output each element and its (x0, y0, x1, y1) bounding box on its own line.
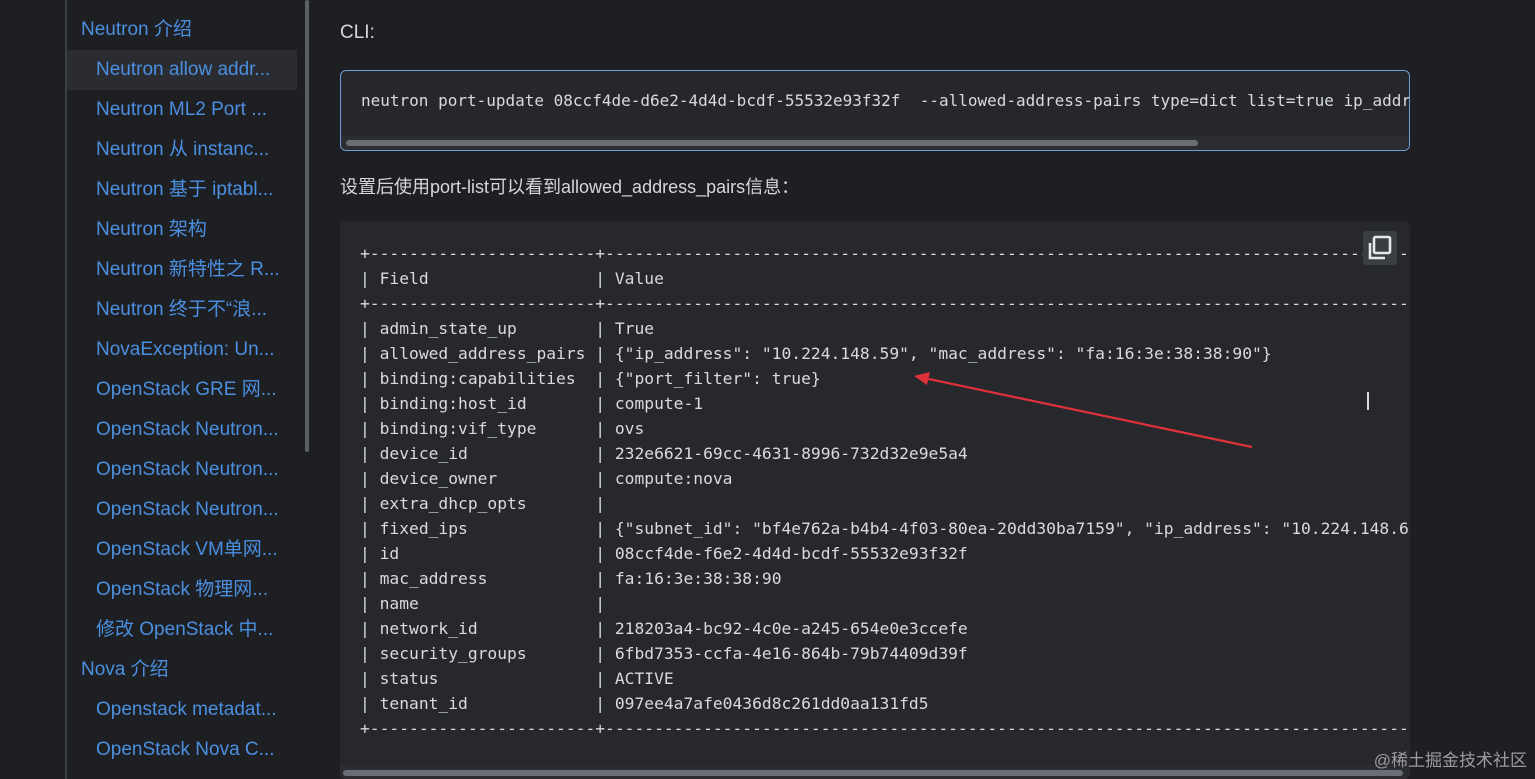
toc-item[interactable]: OpenStack Neutron... (96, 410, 296, 450)
sidebar-scrollbar[interactable] (305, 0, 309, 452)
table-line: | name | | (360, 594, 606, 613)
copy-icon (1368, 235, 1392, 260)
toc-item[interactable]: Neutron ML2 Port ... (96, 90, 296, 130)
table-line: | status | ACTIVE | (360, 669, 674, 688)
table-line: | tenant_id | 097ee4a7afe0436d8c261dd0aa… (360, 694, 929, 713)
cli-code-block[interactable]: neutron port-update 08ccf4de-d6e2-4d4d-b… (340, 70, 1410, 151)
text-cursor (1367, 392, 1369, 410)
port-table-scroll-thumb[interactable] (343, 770, 1403, 776)
table-line: | id | 08ccf4de-f6e2-4d4d-bcdf-55532e93f… (360, 544, 968, 563)
toc-item[interactable]: OpenStack 物理网... (96, 570, 296, 610)
toc-item[interactable]: OpenStack Neutron... (96, 450, 296, 490)
toc-item[interactable]: OpenStack GRE 网... (96, 370, 296, 410)
toc-item[interactable]: NovaException: Un... (96, 330, 296, 370)
cli-code-scrollbar[interactable] (341, 136, 1409, 150)
copy-button[interactable] (1363, 231, 1397, 265)
cli-label: CLI: (340, 22, 375, 43)
toc-section-item[interactable]: Nova 介绍 (81, 650, 296, 690)
table-line: | device_id | 232e6621-69cc-4631-8996-73… (360, 444, 968, 463)
toc-item[interactable]: Neutron 终于不“浪... (96, 290, 296, 330)
table-line: | device_owner | compute:nova | (360, 469, 733, 488)
cli-command: neutron port-update 08ccf4de-d6e2-4d4d-b… (361, 91, 1409, 110)
table-line: +-----------------------+---------------… (360, 719, 1410, 738)
watermark: @稀土掘金技术社区 (1373, 751, 1527, 770)
toc-item[interactable]: Neutron 从 instanc... (96, 130, 296, 170)
toc-item[interactable]: OpenStack Neutron... (96, 490, 296, 530)
table-line: | security_groups | 6fbd7353-ccfa-4e16-8… (360, 644, 968, 663)
table-line: | binding:host_id | compute-1 | (360, 394, 704, 413)
port-table-scrollbar[interactable] (340, 765, 1410, 779)
table-line: +-----------------------+---------------… (360, 294, 1410, 313)
description-text: 设置后使用port-list可以看到allowed_address_pairs信… (340, 177, 800, 197)
article-content: CLI: neutron port-update 08ccf4de-d6e2-4… (310, 0, 1535, 779)
table-line: | admin_state_up | True | (360, 319, 655, 338)
table-line: | allowed_address_pairs | {"ip_address":… (360, 344, 1272, 363)
toc-rail (65, 0, 67, 779)
toc-item[interactable]: OpenStack VM单网... (96, 530, 296, 570)
toc-item[interactable]: Neutron 基于 iptabl... (96, 170, 296, 210)
table-line: | mac_address | fa:16:3e:38:38:90 | (360, 569, 782, 588)
toc-item[interactable]: Neutron allow addr... (67, 50, 297, 90)
table-line: | binding:vif_type | ovs | (360, 419, 645, 438)
cli-code-scroll-thumb[interactable] (346, 140, 1198, 146)
table-line: +-----------------------+---------------… (360, 244, 1410, 263)
toc-item[interactable]: Neutron 架构 (96, 210, 296, 250)
sidebar-toc: Neutron 介绍 Neutron allow addr... Neutron M… (0, 0, 310, 779)
table-line: | binding:capabilities | {"port_filter":… (360, 369, 821, 388)
table-line: | network_id | 218203a4-bc92-4c0e-a245-6… (360, 619, 968, 638)
toc-item[interactable]: Neutron 新特性之 R... (96, 250, 296, 290)
toc-item[interactable]: 修改 OpenStack 中... (96, 610, 296, 650)
toc-item[interactable]: Openstack metadat... (96, 690, 296, 730)
toc-section-item[interactable]: Neutron 介绍 (81, 10, 296, 50)
port-table-text: +-----------------------+---------------… (360, 241, 1410, 741)
toc-item[interactable]: OpenStack Nova C... (96, 730, 296, 770)
port-table-code-block: +-----------------------+---------------… (340, 221, 1410, 779)
table-line: | Field | Value | (360, 269, 664, 288)
table-line: | fixed_ips | {"subnet_id": "bf4e762a-b4… (360, 519, 1410, 538)
page: Neutron 介绍 Neutron allow addr... Neutron M… (0, 0, 1535, 779)
table-line: | extra_dhcp_opts | | (360, 494, 606, 513)
